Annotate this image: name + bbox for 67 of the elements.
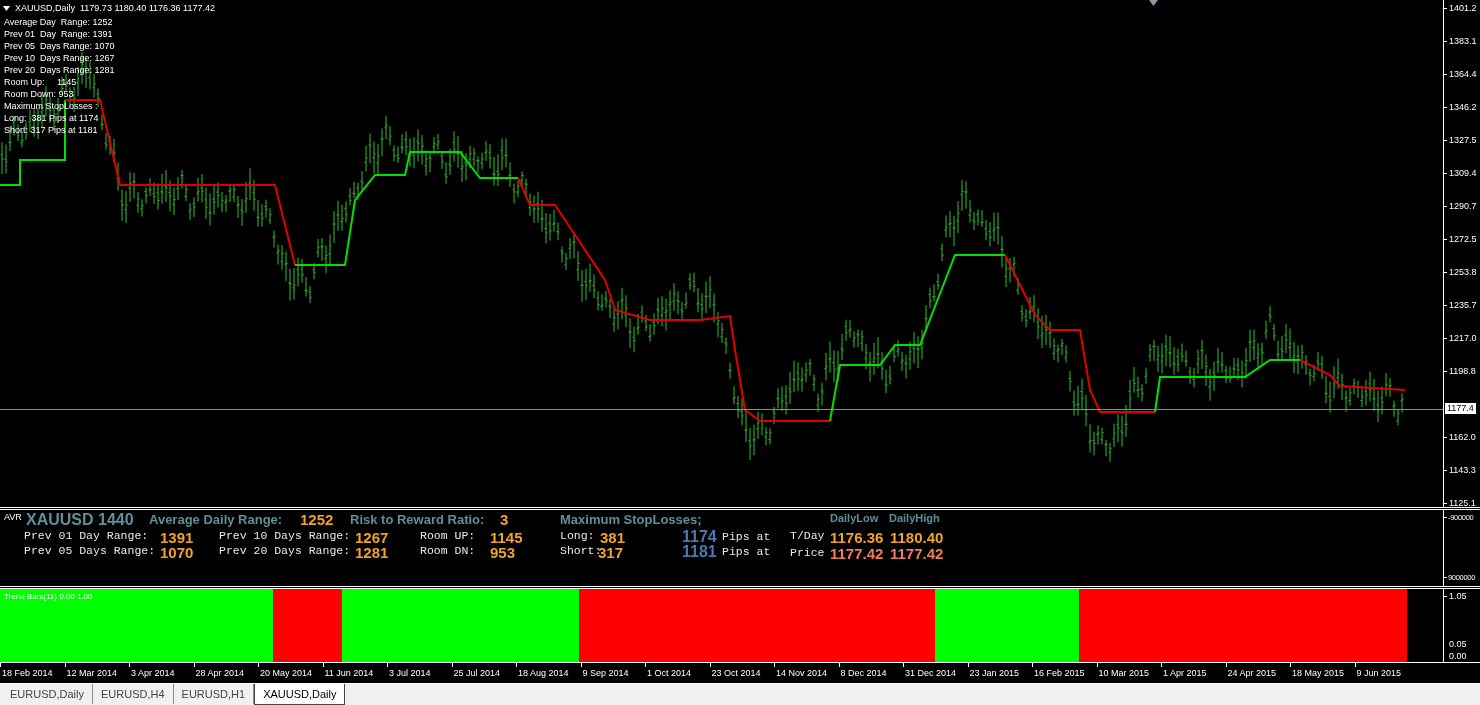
chart-quote: 1179.73 1180.40 1176.36 1177.42: [80, 3, 215, 14]
field-value: 1252: [300, 512, 334, 527]
field-label: Price: [790, 547, 825, 559]
chart-tab[interactable]: EURUSD,H4: [92, 684, 174, 704]
field-value: 1281: [355, 545, 389, 560]
indicator-text: Prev 01 Day Range: 1391: [4, 28, 114, 40]
indicator-text: Room Down: 953: [4, 88, 75, 100]
level-value: 1181: [682, 544, 717, 560]
column-heading: DailyHigh: [889, 513, 940, 524]
field-label: Long:: [560, 530, 595, 542]
field-label: Room DN:: [420, 545, 476, 557]
scale-label: 1.05: [1444, 591, 1467, 602]
field-value: 1180.40: [890, 530, 944, 545]
panel-heading: Risk to Reward Ratio:: [350, 513, 485, 526]
indicator-tag: AVR: [4, 513, 22, 522]
field-label: Prev 10 Days Range:: [219, 530, 351, 542]
indicator-text: Room Up: 1145: [4, 76, 78, 88]
indicator-text: Prev 20 Days Range: 1281: [4, 64, 115, 76]
dropdown-triangle-icon[interactable]: [3, 6, 10, 11]
scale-label: 0.05: [1448, 639, 1467, 650]
price-label: 1162.0: [1444, 432, 1476, 443]
field-value: 1070: [160, 545, 194, 560]
field-value: 1267: [355, 530, 389, 545]
field-label: T/Day: [790, 530, 825, 542]
chart-tab[interactable]: XAUUSD,Daily: [254, 684, 346, 705]
price-label: 1327.5: [1444, 135, 1477, 146]
price-label: 1217.0: [1444, 333, 1477, 344]
price-label: 1143.3: [1444, 465, 1476, 476]
price-value: 1177.42: [890, 546, 944, 561]
indicator-text: Average Day Range: 1252: [4, 16, 114, 28]
panel-heading: Average Daily Range:: [149, 513, 283, 526]
field-value: 953: [490, 545, 516, 560]
column-heading: DailyLow: [830, 513, 879, 524]
indicator-text: Prev 05 Days Range: 1070: [4, 40, 115, 52]
field-label: Prev 01 Day Range:: [24, 530, 149, 542]
price-label: 1346.2: [1444, 102, 1477, 113]
field-label: Prev 05 Days Range:: [24, 545, 156, 557]
chart-symbol: XAUUSD,Daily: [15, 3, 75, 14]
price-label: 1364.4: [1444, 69, 1477, 80]
chart-tab[interactable]: EURUSD,Daily: [2, 684, 93, 704]
price-value: 1177.42: [830, 546, 884, 561]
field-value: 3: [500, 512, 509, 527]
scale-label: 0.00: [1448, 651, 1467, 662]
price-label: 1290.7: [1444, 201, 1477, 212]
price-label: 1253.8: [1444, 267, 1477, 278]
field-value: 1176.36: [830, 530, 884, 545]
price-label: 1383.1: [1444, 36, 1477, 47]
shift-marker-icon[interactable]: [1149, 0, 1158, 6]
price-label: 1235.7: [1444, 300, 1477, 311]
field-label: Pips at: [722, 546, 771, 558]
field-label: Room UP:: [420, 530, 476, 542]
price-label: 1198.8: [1444, 366, 1476, 377]
price-label: 1401.2: [1444, 3, 1477, 14]
price-label: 1272.5: [1444, 234, 1477, 245]
indicator-text: Prev 10 Days Range: 1267: [4, 52, 115, 64]
field-label: Prev 20 Days Range:: [219, 545, 351, 557]
field-value: 1145: [490, 530, 523, 545]
level-value: 1174: [682, 529, 717, 545]
current-price-label: 1177.4: [1445, 403, 1476, 414]
panel-heading: Maximum StopLosses;: [560, 513, 702, 526]
price-label: 1309.4: [1444, 168, 1477, 179]
field-value: 381: [600, 530, 626, 545]
field-value: 1391: [160, 530, 194, 545]
symbol-title: XAUUSD 1440: [26, 512, 134, 528]
price-label: 1125.1: [1444, 498, 1476, 507]
field-label: Pips at: [722, 531, 771, 543]
indicator-title: Trend Bars(11) 0.00 1.00: [4, 592, 93, 601]
